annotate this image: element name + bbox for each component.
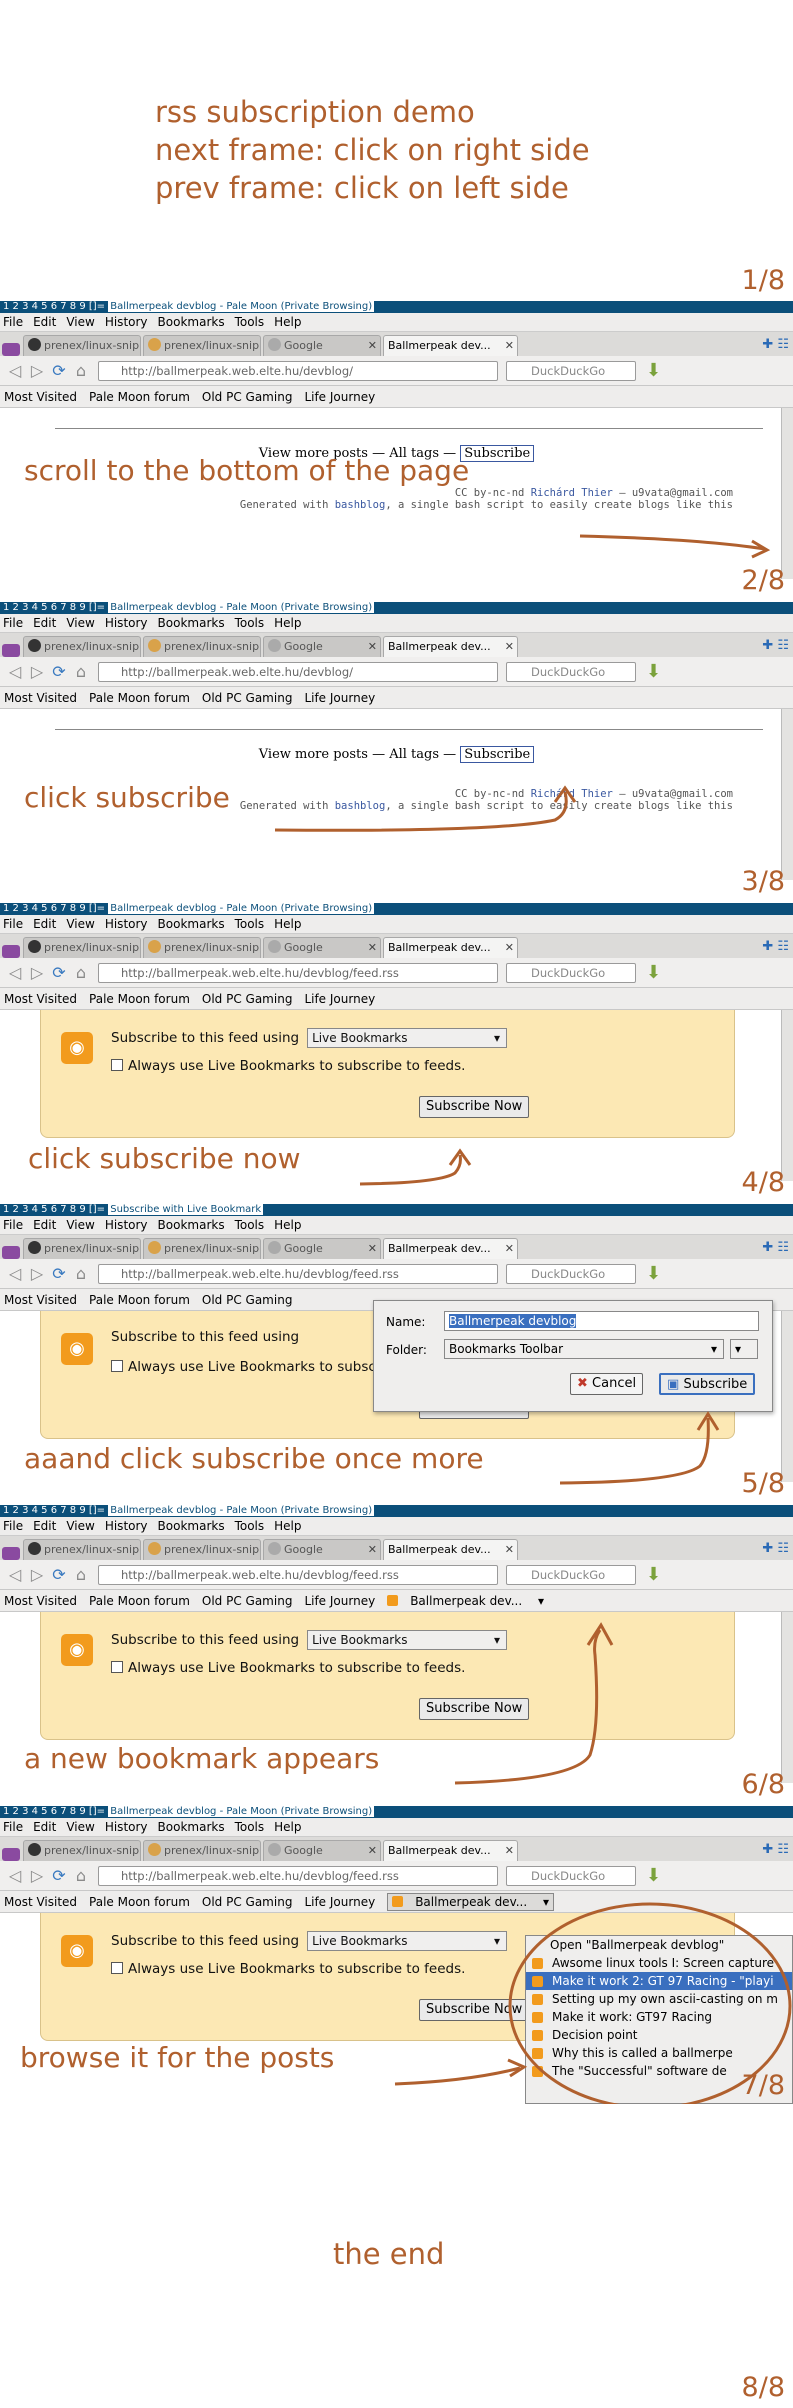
frame-scroll: 1 2 3 4 5 6 7 8 9 []= Ballmerpeak devblo… <box>0 301 793 599</box>
frame-number: 5/8 <box>741 1468 785 1499</box>
frame-number: 2/8 <box>741 565 785 596</box>
frame-number: 6/8 <box>741 1769 785 1800</box>
intro-line: prev frame: click on left side <box>155 171 569 205</box>
arrow-dialog-subscribe <box>559 1411 720 1485</box>
frame-number: 3/8 <box>741 866 785 897</box>
frame-number: 4/8 <box>741 1167 785 1198</box>
the-end-text: the end <box>333 2237 445 2271</box>
frame-browse: 1 2 3 4 5 6 7 8 9 []= Ballmerpeak devblo… <box>0 1806 793 2104</box>
arrow-scroll <box>579 534 771 559</box>
intro-line: rss subscription demo <box>155 95 475 129</box>
frame-new-bookmark: 1 2 3 4 5 6 7 8 9 []= Ballmerpeak devblo… <box>0 1505 793 1803</box>
frame-dialog: 1 2 3 4 5 6 7 8 9 []= Subscribe with Liv… <box>0 1204 793 1502</box>
intro-text: rss subscription demo next frame: click … <box>155 93 590 207</box>
arrow-subscribe-now <box>359 1148 472 1186</box>
frame-number: 1/8 <box>741 265 785 296</box>
arrow-browse <box>394 1902 792 2104</box>
arrow-new-bookmark <box>454 1622 614 1785</box>
intro-line: next frame: click on right side <box>155 133 590 167</box>
frame-number: 8/8 <box>741 2372 785 2403</box>
frame-click-subscribe: 1 2 3 4 5 6 7 8 9 []= Ballmerpeak devblo… <box>0 602 793 900</box>
frame-subscribe-now: 1 2 3 4 5 6 7 8 9 []= Ballmerpeak devblo… <box>0 903 793 1201</box>
frame-number: 7/8 <box>741 2070 785 2101</box>
arrow-click-subscribe <box>274 785 577 832</box>
